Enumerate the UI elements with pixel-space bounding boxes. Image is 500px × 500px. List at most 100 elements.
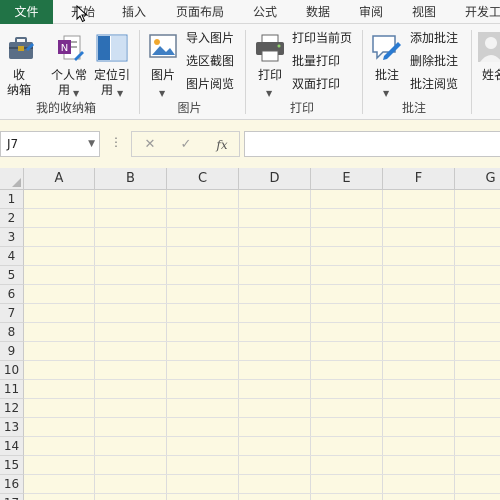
gridline <box>24 322 500 323</box>
gridline <box>24 246 500 247</box>
gridline <box>24 360 500 361</box>
print-button[interactable]: 打印 ▼ <box>250 30 290 98</box>
tab-insert[interactable]: 插入 <box>122 0 146 24</box>
tab-review[interactable]: 审阅 <box>359 0 383 24</box>
comment-button[interactable]: 批注 ▼ <box>366 30 406 98</box>
name-box[interactable]: J7 ▼ <box>0 131 100 157</box>
row-header-14[interactable]: 14 <box>0 437 24 456</box>
chevron-down-icon: ▼ <box>266 89 273 98</box>
row-header-13[interactable]: 13 <box>0 418 24 437</box>
tab-formulas[interactable]: 公式 <box>253 0 277 24</box>
row-header-17[interactable]: 17 <box>0 494 24 500</box>
locate-reference-button[interactable]: 定位引 用 ▼ <box>92 30 134 98</box>
picture-browse-button[interactable]: 图片阅览 <box>186 74 234 94</box>
group-divider <box>471 30 472 114</box>
gridline <box>238 190 239 500</box>
comment-browse-button[interactable]: 批注阅览 <box>410 74 458 94</box>
comment-icon <box>372 35 401 60</box>
row-header-12[interactable]: 12 <box>0 399 24 418</box>
group-divider <box>139 30 140 114</box>
gridline <box>382 190 383 500</box>
name-button[interactable]: 姓名 <box>476 30 500 96</box>
row-header-16[interactable]: 16 <box>0 475 24 494</box>
personal-common-button[interactable]: N 个人常 用 ▼ <box>48 30 92 98</box>
delete-comment-button[interactable]: 删除批注 <box>410 51 458 71</box>
gridline <box>24 493 500 494</box>
insert-function-button[interactable]: fx <box>212 135 232 155</box>
onenote-icon: N <box>58 35 84 61</box>
tab-view[interactable]: 视图 <box>412 0 436 24</box>
row-header-6[interactable]: 6 <box>0 285 24 304</box>
personal-common-label-2: 用 <box>58 83 71 97</box>
picture-button[interactable]: 图片 ▼ <box>144 30 182 98</box>
picture-button-label: 图片 <box>151 68 176 82</box>
tab-developer[interactable]: 开发工 <box>465 0 500 24</box>
formula-bar: J7 ▼ ⋮ ✕ ✓ fx <box>0 120 500 168</box>
comment-button-label: 批注 <box>375 68 400 82</box>
row-header-3[interactable]: 3 <box>0 228 24 247</box>
region-screenshot-button[interactable]: 选区截图 <box>186 51 234 71</box>
column-header-d[interactable]: D <box>239 168 311 190</box>
tab-data[interactable]: 数据 <box>306 0 330 24</box>
tab-page-layout[interactable]: 页面布局 <box>176 0 224 24</box>
column-header-e[interactable]: E <box>311 168 383 190</box>
print-button-label: 打印 <box>258 68 283 82</box>
print-current-page-button[interactable]: 打印当前页 <box>292 28 352 48</box>
column-header-f[interactable]: F <box>383 168 455 190</box>
group-label-comment: 批注 <box>401 101 426 115</box>
gridline <box>454 190 455 500</box>
row-header-1[interactable]: 1 <box>0 190 24 209</box>
cancel-icon[interactable]: ✕ <box>140 135 160 155</box>
toolbox-icon <box>9 37 35 59</box>
column-header-c[interactable]: C <box>167 168 239 190</box>
formula-input[interactable] <box>244 131 500 157</box>
gridline <box>24 436 500 437</box>
select-all-triangle-icon <box>12 178 21 187</box>
confirm-icon[interactable]: ✓ <box>176 135 196 155</box>
person-icon <box>478 32 500 62</box>
row-header-4[interactable]: 4 <box>0 247 24 266</box>
formula-bar-grip[interactable]: ⋮ <box>110 135 122 149</box>
row-header-5[interactable]: 5 <box>0 266 24 285</box>
printer-icon <box>256 34 284 62</box>
collect-box-button[interactable]: 收 纳箱 <box>2 30 40 97</box>
gridline <box>24 265 500 266</box>
row-header-7[interactable]: 7 <box>0 304 24 323</box>
row-header-8[interactable]: 8 <box>0 323 24 342</box>
gridline <box>24 417 500 418</box>
spreadsheet-grid[interactable]: A B C D E F G 1 2 3 4 5 6 7 8 9 10 11 12… <box>0 168 500 500</box>
import-picture-button[interactable]: 导入图片 <box>186 28 234 48</box>
column-header-a[interactable]: A <box>24 168 95 190</box>
formula-actions: ✕ ✓ fx <box>131 131 240 157</box>
tab-file[interactable]: 文件 <box>0 0 53 24</box>
column-header-g[interactable]: G <box>455 168 500 190</box>
chevron-down-icon: ▼ <box>117 89 124 98</box>
gridline <box>24 398 500 399</box>
gridline <box>24 379 500 380</box>
row-header-11[interactable]: 11 <box>0 380 24 399</box>
name-box-value: J7 <box>7 137 19 151</box>
batch-print-button[interactable]: 批量打印 <box>292 51 340 71</box>
gridline <box>24 455 500 456</box>
gridline <box>24 341 500 342</box>
row-header-9[interactable]: 9 <box>0 342 24 361</box>
gridline <box>24 303 500 304</box>
gridline <box>24 208 500 209</box>
group-divider <box>245 30 246 114</box>
locate-reference-label-2: 用 <box>101 83 114 97</box>
add-comment-button[interactable]: 添加批注 <box>410 28 458 48</box>
row-header-15[interactable]: 15 <box>0 456 24 475</box>
svg-text:N: N <box>61 43 68 54</box>
row-header-10[interactable]: 10 <box>0 361 24 380</box>
row-header-2[interactable]: 2 <box>0 209 24 228</box>
chevron-down-icon[interactable]: ▼ <box>88 132 95 156</box>
gridline <box>24 474 500 475</box>
gridline <box>310 190 311 500</box>
duplex-print-button[interactable]: 双面打印 <box>292 74 340 94</box>
ribbon: 收 纳箱 N 个人常 用 ▼ 定位引 用 ▼ 我的收纳箱 图片 ▼ 导入图片 选… <box>0 24 500 120</box>
collect-box-label-1: 收 <box>13 68 26 82</box>
gridline <box>24 227 500 228</box>
select-all-button[interactable] <box>0 168 24 190</box>
column-header-b[interactable]: B <box>95 168 167 190</box>
mouse-cursor-icon <box>76 5 88 23</box>
